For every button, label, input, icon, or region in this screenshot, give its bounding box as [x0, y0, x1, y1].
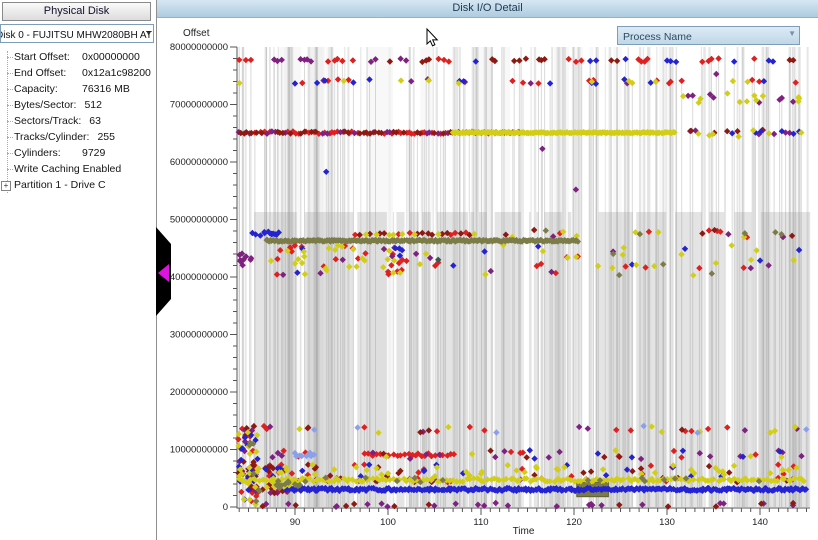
- detail-title-bar: Disk I/O Detail: [157, 0, 818, 18]
- physical-disk-panel: Physical Disk Disk 0 - FUJITSU MHW2080BH…: [0, 0, 156, 540]
- disk-property-row: Start Offset:0x00000000: [0, 49, 156, 65]
- expander-plus-icon[interactable]: +: [1, 181, 11, 191]
- chart-plot-area[interactable]: [237, 47, 810, 508]
- tree-line: [7, 169, 13, 170]
- property-label: Capacity:: [14, 81, 82, 97]
- tree-line: [7, 153, 13, 154]
- property-value: 512: [84, 97, 102, 113]
- property-value: 9729: [82, 145, 105, 161]
- disk-properties-tree: Start Offset:0x00000000End Offset:0x12a1…: [0, 49, 156, 193]
- property-label: Bytes/Sector:: [14, 97, 84, 113]
- property-label: Partition 1 - Drive C: [14, 177, 114, 193]
- tree-line: [7, 57, 13, 58]
- property-label: Tracks/Cylinder:: [14, 129, 97, 145]
- property-value: 0x00000000: [82, 49, 140, 65]
- property-value: 255: [97, 129, 115, 145]
- dropdown-arrow-icon[interactable]: ▼: [788, 29, 796, 38]
- group-by-value: Process Name: [618, 31, 692, 43]
- disk-property-row: Sectors/Track:63: [0, 113, 156, 129]
- property-label: Sectors/Track:: [14, 113, 89, 129]
- tree-line: [7, 105, 13, 106]
- disk-property-row: Write Caching Enabled: [0, 161, 156, 177]
- disk-selector[interactable]: Disk 0 - FUJITSU MHW2080BH AT ▾: [0, 24, 154, 43]
- dropdown-arrow-icon[interactable]: ▾: [146, 25, 151, 41]
- tree-line: [7, 89, 13, 90]
- y-axis-title: Offset: [183, 28, 233, 39]
- tree-line: [7, 137, 13, 138]
- disk-property-row: Cylinders:9729: [0, 145, 156, 161]
- property-value: 63: [89, 113, 101, 129]
- disk-selector-value: Disk 0 - FUJITSU MHW2080BH AT: [0, 28, 152, 43]
- disk-property-row: Bytes/Sector:512: [0, 97, 156, 113]
- property-value: 0x12a1c98200: [82, 65, 151, 81]
- property-label: Cylinders:: [14, 145, 82, 161]
- disk-property-row[interactable]: +Partition 1 - Drive C: [0, 177, 156, 193]
- disk-io-app: Physical Disk Disk 0 - FUJITSU MHW2080BH…: [0, 0, 818, 540]
- group-by-selector[interactable]: Process Name ▼: [617, 26, 800, 45]
- tree-line: [7, 121, 13, 122]
- tree-line: [7, 73, 13, 74]
- property-value: 76316 MB: [82, 81, 130, 97]
- x-axis-title: Time: [237, 526, 810, 537]
- property-label: Start Offset:: [14, 49, 82, 65]
- physical-disk-header: Physical Disk: [2, 2, 151, 21]
- property-label: End Offset:: [14, 65, 82, 81]
- property-label: Write Caching Enabled: [14, 161, 129, 177]
- disk-io-detail-panel: Disk I/O Detail Offset Time Process Name…: [157, 0, 818, 540]
- disk-property-row: Capacity:76316 MB: [0, 81, 156, 97]
- disk-property-row: End Offset:0x12a1c98200: [0, 65, 156, 81]
- page-title: Disk I/O Detail: [452, 2, 522, 14]
- disk-property-row: Tracks/Cylinder:255: [0, 129, 156, 145]
